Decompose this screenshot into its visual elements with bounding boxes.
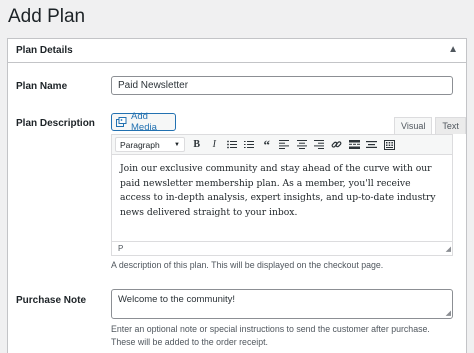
bullet-list-icon[interactable]: [223, 137, 241, 153]
kitchen-sink-icon[interactable]: [381, 137, 399, 153]
media-icon: [116, 117, 127, 127]
plan-details-panel: Plan Details ▲ Plan Name Paid Newsletter…: [7, 38, 467, 353]
tab-text[interactable]: Text: [435, 117, 466, 134]
page-title: Add Plan: [8, 6, 86, 27]
purchase-note-label: Purchase Note: [16, 295, 87, 306]
description-editor: Paragraph ▼ B I “ Join our exclusive com…: [111, 134, 453, 256]
purchase-note-help-line2: These will be added to the order receipt…: [111, 337, 268, 347]
format-select-value: Paragraph: [120, 139, 160, 150]
italic-icon[interactable]: I: [206, 137, 224, 153]
editor-statusbar: P: [112, 241, 452, 255]
purchase-note-help: Enter an optional note or special instru…: [111, 323, 430, 349]
editor-content[interactable]: Join our exclusive community and stay ah…: [112, 155, 452, 235]
purchase-note-help-line1: Enter an optional note or special instru…: [111, 324, 430, 334]
align-center-icon[interactable]: [293, 137, 311, 153]
plan-name-value: Paid Newsletter: [118, 80, 189, 91]
link-icon[interactable]: [328, 137, 346, 153]
element-path[interactable]: P: [118, 244, 123, 253]
resize-handle-icon[interactable]: ◢: [446, 309, 451, 317]
resize-handle-icon[interactable]: ◢: [443, 246, 451, 254]
numbered-list-icon[interactable]: [241, 137, 259, 153]
panel-header[interactable]: Plan Details: [8, 39, 466, 63]
plan-description-label: Plan Description: [16, 118, 95, 129]
blockquote-icon[interactable]: “: [258, 137, 276, 153]
bold-icon[interactable]: B: [188, 137, 206, 153]
plan-name-input[interactable]: Paid Newsletter: [111, 76, 453, 95]
read-more-icon[interactable]: [346, 137, 364, 153]
purchase-note-textarea[interactable]: Welcome to the community! ◢: [111, 289, 453, 319]
format-select[interactable]: Paragraph ▼: [115, 137, 185, 152]
plan-description-help: A description of this plan. This will be…: [111, 260, 384, 270]
align-left-icon[interactable]: [276, 137, 294, 153]
chevron-down-icon: ▼: [174, 141, 180, 148]
fullscreen-icon[interactable]: [363, 137, 381, 153]
add-media-button[interactable]: Add Media: [111, 111, 176, 133]
align-right-icon[interactable]: [311, 137, 329, 153]
editor-toolbar: Paragraph ▼ B I “: [112, 135, 452, 155]
collapse-arrow-icon[interactable]: ▲: [448, 44, 458, 55]
panel-title: Plan Details: [16, 45, 73, 56]
add-media-label: Add Media: [131, 111, 157, 133]
purchase-note-value: Welcome to the community!: [118, 294, 236, 305]
editor-tabs: Visual Text: [394, 117, 466, 134]
tab-visual[interactable]: Visual: [394, 117, 433, 134]
plan-name-label: Plan Name: [16, 81, 68, 92]
